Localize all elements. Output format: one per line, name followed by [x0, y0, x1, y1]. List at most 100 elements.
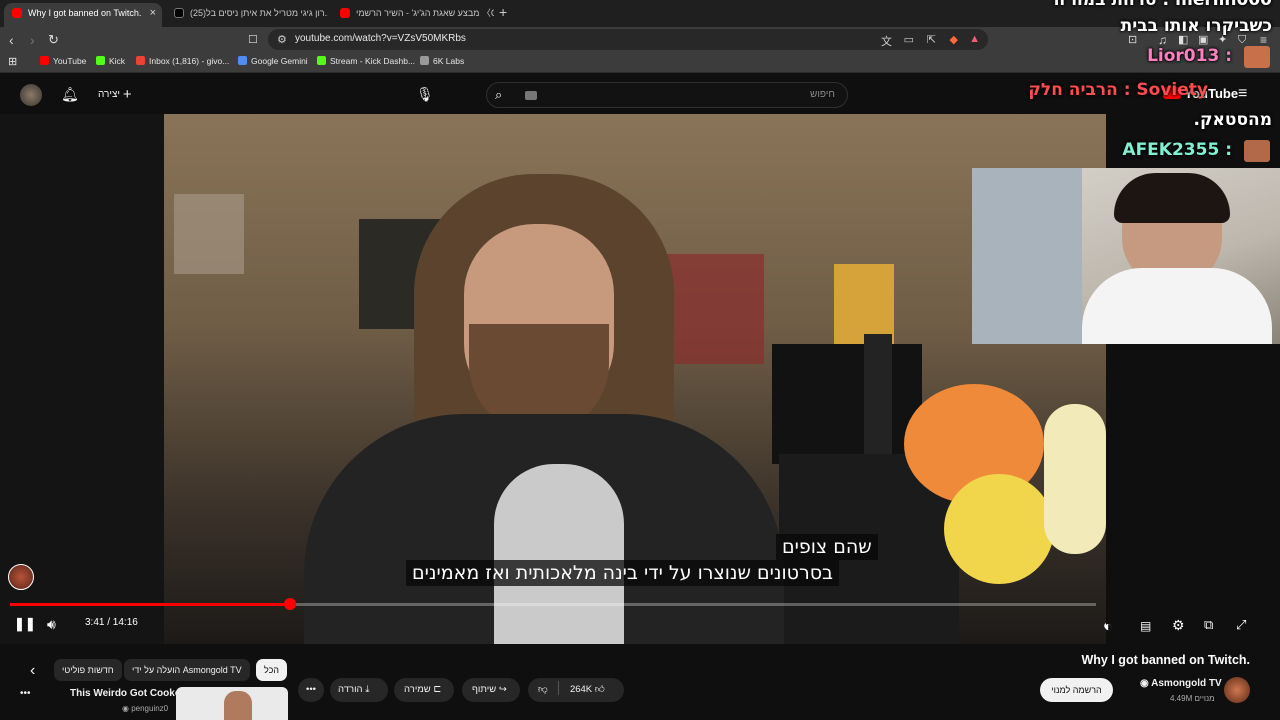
tab-title: Why I got banned on Twitch.: [28, 8, 142, 18]
notifications-bell-icon[interactable]: 🔔︎: [61, 84, 79, 104]
bookmark-6k-labs[interactable]: 6K Labs: [420, 56, 464, 66]
bookmark-youtube[interactable]: YouTube: [40, 56, 86, 66]
emote-icon: [1244, 140, 1270, 162]
chat-message: כשביקרו אותו בבית: [1120, 16, 1272, 36]
tab-title: (25)רון גיגי מטריל את איתן ניסים בל...: [190, 8, 328, 18]
bookmark-gmail[interactable]: Inbox (1,816) - givo...: [136, 56, 229, 66]
user-avatar[interactable]: [20, 84, 42, 106]
download-icon: ⤓: [365, 684, 370, 695]
thumbnail-art: [224, 691, 252, 720]
recommended-thumbnail[interactable]: [176, 687, 288, 720]
bookmark-kick[interactable]: Kick: [96, 56, 125, 66]
below-video-section: ‹ חדשות פוליטי הועלה על ידי Asmongold TV…: [0, 644, 1280, 720]
plus-icon: +: [122, 86, 132, 103]
emote-icon: [1244, 46, 1270, 68]
volume-icon[interactable]: 🔊︎: [47, 614, 56, 634]
save-button[interactable]: שמירה ⊏: [394, 678, 454, 702]
progress-bar[interactable]: [10, 598, 1096, 610]
channel-watermark-avatar[interactable]: [8, 564, 34, 590]
share-button[interactable]: שיתוף ↪: [462, 678, 520, 702]
bookmark-kick-dashboard[interactable]: Stream - Kick Dashb...: [317, 56, 415, 66]
streamer-webcam: [972, 168, 1280, 344]
recommended-channel[interactable]: ◉ penguinz0: [122, 704, 168, 713]
chat-message: .מהסטאק: [1193, 110, 1272, 130]
forward-icon[interactable]: ›: [30, 31, 35, 49]
fullscreen-icon[interactable]: ⤢: [1236, 615, 1246, 635]
cast-icon[interactable]: ▭: [904, 33, 914, 46]
like-dislike-group: 👎︎ 264K 👍︎: [528, 678, 624, 702]
chip-all[interactable]: הכל: [256, 659, 288, 681]
bookmark-star-icon[interactable]: ☐: [248, 31, 258, 49]
omnibox[interactable]: ⚙ youtube.com/watch?v=VZsV50MKRbs 文 ▭ ⇱ …: [268, 29, 988, 50]
create-button[interactable]: יצירה +: [98, 86, 132, 103]
kick-icon: [317, 56, 326, 65]
more-button[interactable]: •••: [298, 678, 324, 702]
back-icon[interactable]: ‹: [9, 31, 14, 49]
tab-title: מבצע שאגת הג'יג' - השיר הרשמי 〈C: [356, 8, 494, 18]
kick-icon: [96, 56, 105, 65]
brave-shield-icon[interactable]: ◆: [950, 33, 958, 46]
search-input[interactable]: ⌕ חיפוש: [486, 82, 848, 108]
chip-political-news[interactable]: חדשות פוליטי: [54, 659, 122, 681]
youtube-favicon-icon: [340, 8, 350, 18]
chat-username: AFEK2355 :: [1122, 140, 1232, 160]
verified-icon: ◉: [1140, 678, 1152, 689]
reload-icon[interactable]: ↻: [48, 31, 59, 49]
settings-gear-icon[interactable]: ⚙: [1172, 615, 1185, 635]
microphone-icon[interactable]: 🎙︎: [416, 84, 434, 104]
chat-message: סרוות במה ה : merlin000: [1053, 0, 1272, 10]
webcam-art: [1082, 268, 1272, 344]
search-placeholder: חיפוש: [810, 89, 835, 100]
progress-played: [10, 603, 291, 606]
chat-username: Lior013 :: [1147, 46, 1232, 66]
subtitle-line-1: שהם צופים: [776, 534, 878, 560]
subscribe-button[interactable]: הרשמה למנוי: [1040, 678, 1113, 702]
tiktok-favicon-icon: [174, 8, 184, 18]
bookmark-icon: ⊏: [433, 684, 442, 695]
recommended-title[interactable]: This Weirdo Got Cooked: [70, 688, 186, 699]
tab-youtube-active[interactable]: Why I got banned on Twitch. ×: [4, 3, 162, 27]
youtube-icon: [40, 56, 49, 65]
gemini-icon: [238, 56, 247, 65]
tab-youtube-song[interactable]: מבצע שאגת הג'יג' - השיר הרשמי 〈C: [332, 3, 494, 27]
bookmark-gemini[interactable]: Google Gemini: [238, 56, 308, 66]
channel-name[interactable]: ◉ Asmongold TV: [1140, 678, 1222, 689]
time-display: 3:41 / 14:16: [85, 617, 138, 628]
like-icon[interactable]: 👍︎: [595, 684, 605, 695]
autoplay-toggle[interactable]: ◐: [1104, 616, 1112, 636]
dislike-icon[interactable]: 👎︎: [538, 684, 548, 695]
youtube-favicon-icon: [12, 8, 22, 18]
site-info-icon[interactable]: ⚙: [277, 33, 287, 46]
gmail-icon: [136, 56, 145, 65]
subtitle-line-2: בסרטונים שנוצרו על ידי בינה מלאכותית ואז…: [406, 560, 840, 586]
like-divider: [558, 681, 560, 695]
webcam-art: [1114, 173, 1230, 223]
subtitles-icon[interactable]: ▤: [1140, 616, 1151, 636]
chips-scroll-left-icon[interactable]: ‹: [30, 662, 35, 680]
video-player[interactable]: שהם צופים בסרטונים שנוצרו על ידי בינה מל…: [0, 114, 1106, 644]
stream-chat-overlay: סרוות במה ה : merlin000 כשביקרו אותו בבי…: [990, 0, 1280, 168]
brave-rewards-icon[interactable]: ▲: [969, 33, 980, 45]
tab-tiktok[interactable]: (25)רון גיגי מטריל את איתן ניסים בל...: [166, 3, 328, 27]
webcam-art: [972, 168, 1082, 344]
subscriber-count: 4.49M מנויים: [1170, 694, 1215, 703]
translate-icon[interactable]: 文: [881, 33, 892, 49]
channel-avatar[interactable]: [1224, 677, 1250, 703]
new-tab-button[interactable]: +: [499, 4, 507, 20]
chip-uploaded-by[interactable]: הועלה על ידי Asmongold TV: [124, 659, 250, 681]
search-icon[interactable]: ⌕: [495, 87, 502, 103]
apps-grid-icon[interactable]: ⊞: [8, 55, 17, 68]
like-count[interactable]: 264K: [570, 684, 592, 695]
download-button[interactable]: הורדה ⤓: [330, 678, 388, 702]
close-icon[interactable]: ×: [150, 3, 156, 23]
labs-icon: [420, 56, 429, 65]
share-icon[interactable]: ⇱: [927, 33, 936, 46]
chat-message: הרביה חלק : Soviety: [1028, 80, 1208, 100]
verified-icon: ◉: [122, 704, 132, 713]
more-actions-icon[interactable]: •••: [20, 688, 31, 699]
share-arrow-icon: ↪: [498, 684, 507, 695]
theater-mode-icon[interactable]: ⧉: [1204, 615, 1213, 635]
pause-icon[interactable]: ❚❚: [14, 614, 36, 634]
keyboard-icon[interactable]: [525, 91, 537, 100]
url-text[interactable]: youtube.com/watch?v=VZsV50MKRbs: [295, 33, 466, 44]
